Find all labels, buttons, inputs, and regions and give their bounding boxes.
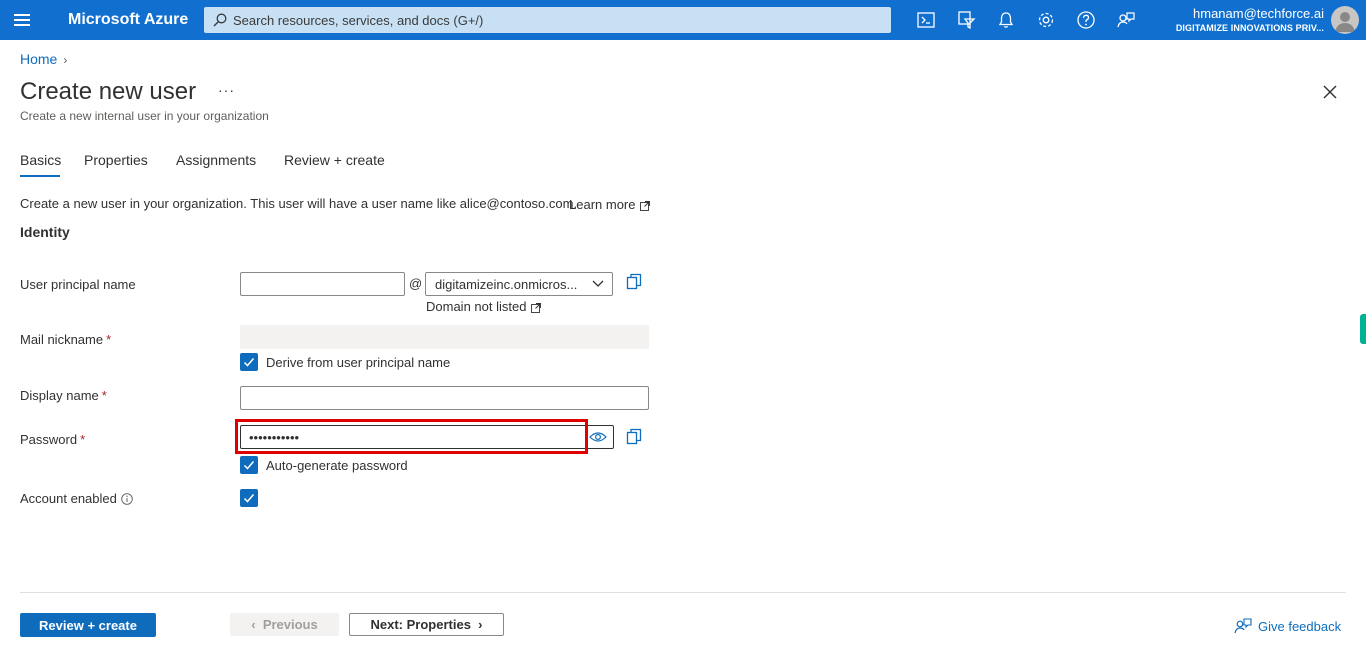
chevron-right-icon: › (63, 53, 68, 67)
next-button-label: Next: Properties (370, 617, 471, 632)
breadcrumb: Home › (20, 51, 67, 67)
display-name-input[interactable] (240, 386, 649, 410)
required-marker: * (106, 332, 112, 347)
section-title-identity: Identity (20, 224, 70, 240)
mail-nickname-input (240, 325, 649, 349)
password-input[interactable] (241, 426, 581, 448)
top-navigation-bar: Microsoft Azure hmanam@techforce.ai DIGI… (0, 0, 1366, 40)
feedback-icon[interactable] (1116, 10, 1136, 30)
learn-more-link[interactable]: Learn more (569, 197, 651, 212)
chevron-right-icon: › (470, 617, 483, 632)
breadcrumb-home-link[interactable]: Home (20, 51, 57, 67)
user-avatar-icon (1335, 12, 1355, 32)
intro-text: Create a new user in your organization. … (20, 196, 578, 211)
give-feedback-link[interactable]: Give feedback (1234, 617, 1341, 635)
page-title: Create new user (20, 78, 197, 105)
external-link-icon (640, 200, 651, 211)
tab-properties[interactable]: Properties (84, 152, 148, 168)
required-marker: * (80, 432, 86, 447)
notifications-icon[interactable] (996, 10, 1016, 30)
copy-icon[interactable] (626, 273, 642, 291)
required-marker: * (101, 388, 107, 403)
domain-not-listed-link[interactable]: Domain not listed (426, 299, 542, 314)
avatar[interactable] (1331, 6, 1359, 34)
domain-dropdown[interactable]: digitamizeinc.onmicros... (425, 272, 613, 296)
chevron-down-icon (592, 280, 604, 287)
domain-not-listed-label: Domain not listed (426, 299, 527, 314)
chevron-left-icon: ‹ (251, 617, 263, 632)
mail-nickname-label-text: Mail nickname (20, 332, 104, 347)
external-link-icon (531, 302, 542, 313)
password-field[interactable] (240, 425, 614, 449)
learn-more-label: Learn more (569, 197, 636, 212)
account-enabled-label-text: Account enabled (20, 491, 117, 506)
previous-button[interactable]: ‹ Previous (230, 613, 339, 636)
close-icon[interactable] (1322, 84, 1338, 100)
search-icon (213, 13, 227, 27)
account-enabled-checkbox[interactable] (240, 489, 258, 507)
footer-divider (20, 592, 1346, 593)
directory-filter-icon[interactable] (956, 10, 976, 30)
account-info[interactable]: hmanam@techforce.ai DIGITAMIZE INNOVATIO… (1176, 6, 1324, 33)
previous-button-label: Previous (262, 617, 318, 632)
active-tab-indicator (20, 175, 60, 177)
tab-review-create[interactable]: Review + create (284, 152, 385, 168)
upn-label: User principal name (20, 277, 136, 292)
side-panel-handle[interactable] (1360, 314, 1366, 344)
show-password-eye-icon[interactable] (589, 431, 607, 443)
at-symbol: @ (409, 276, 423, 291)
more-actions-button[interactable]: ··· (218, 82, 235, 98)
global-search[interactable] (204, 7, 891, 33)
copy-icon[interactable] (626, 428, 642, 446)
autogenerate-password-checkbox[interactable] (240, 456, 258, 474)
cloud-shell-icon[interactable] (916, 10, 936, 30)
checkmark-icon (243, 494, 255, 503)
checkmark-icon (243, 358, 255, 367)
mail-nickname-label: Mail nickname * (20, 332, 111, 347)
account-enabled-label: Account enabled (20, 491, 133, 506)
feedback-icon (1234, 618, 1252, 634)
give-feedback-label: Give feedback (1258, 619, 1342, 634)
display-name-label: Display name * (20, 388, 107, 403)
settings-icon[interactable] (1036, 10, 1056, 30)
next-properties-button[interactable]: Next: Properties › (349, 613, 504, 636)
brand-title[interactable]: Microsoft Azure (68, 11, 188, 29)
derive-checkbox[interactable] (240, 353, 258, 371)
autogenerate-password-label[interactable]: Auto-generate password (266, 458, 408, 473)
domain-value: digitamizeinc.onmicros... (435, 277, 578, 292)
review-create-button[interactable]: Review + create (20, 613, 156, 637)
info-icon[interactable] (121, 493, 133, 505)
checkmark-icon (243, 461, 255, 470)
account-username: hmanam@techforce.ai (1193, 6, 1324, 21)
password-label: Password * (20, 432, 85, 447)
tab-basics[interactable]: Basics (20, 152, 61, 168)
display-name-label-text: Display name (20, 388, 99, 403)
derive-checkbox-label[interactable]: Derive from user principal name (266, 355, 450, 370)
password-label-text: Password (20, 432, 78, 447)
search-input[interactable] (233, 7, 873, 33)
portal-menu-icon[interactable] (14, 11, 34, 29)
help-icon[interactable] (1076, 10, 1096, 30)
page-subtitle: Create a new internal user in your organ… (20, 109, 269, 123)
account-organization: DIGITAMIZE INNOVATIONS PRIV... (1175, 23, 1324, 33)
upn-input[interactable] (240, 272, 405, 296)
tab-assignments[interactable]: Assignments (176, 152, 256, 168)
